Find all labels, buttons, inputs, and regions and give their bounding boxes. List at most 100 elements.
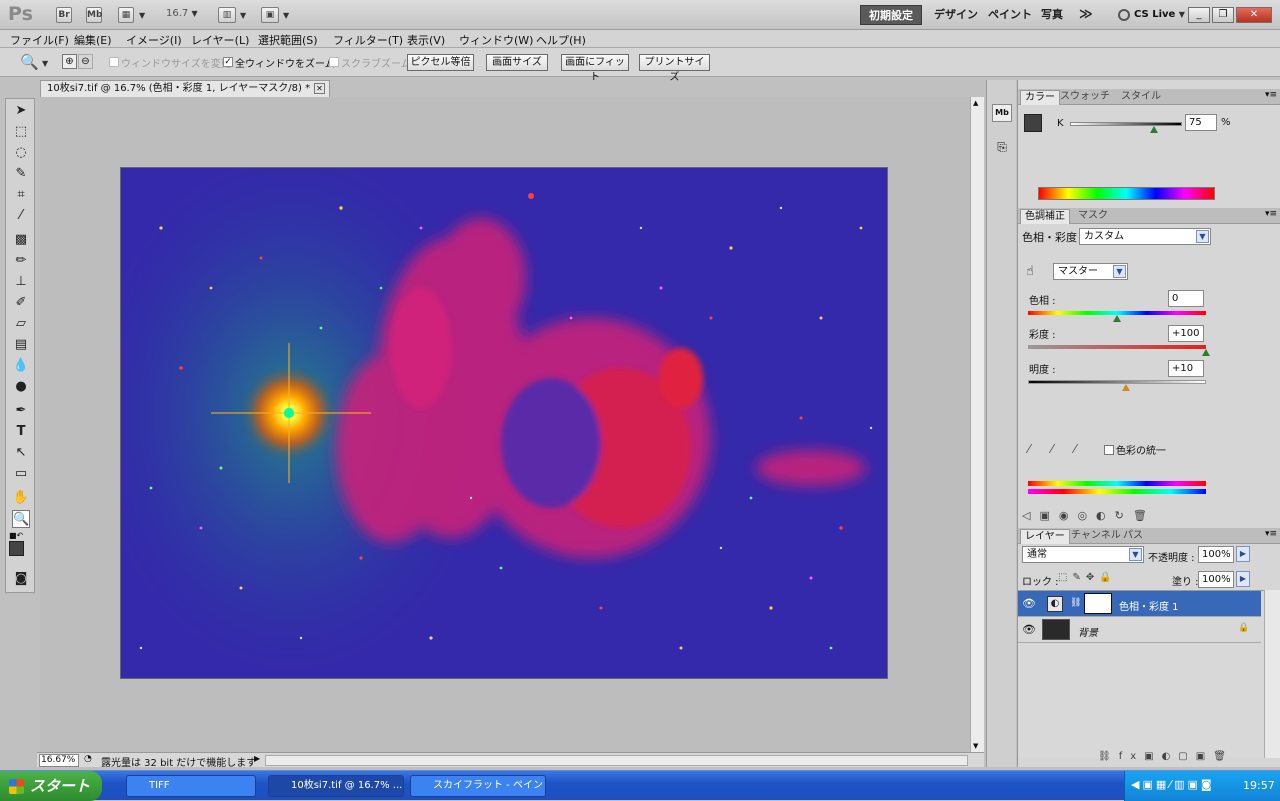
visibility-eye-icon[interactable]: 👁 [1022,623,1036,636]
color-foreground-swatch[interactable] [1024,114,1042,132]
menu-edit[interactable]: 編集(E) [74,32,112,48]
quick-mask-icon[interactable]: ◙ [12,570,30,588]
menu-file[interactable]: ファイル(F) [10,32,69,48]
menu-window[interactable]: ウィンドウ(W) [459,32,533,48]
tab-layers[interactable]: レイヤー [1020,529,1070,544]
taskbar-item-paint[interactable]: スカイフラット - ペイント [410,775,546,797]
resize-windows-checkbox[interactable] [109,57,119,67]
quick-selection-tool-icon[interactable]: ✎ [12,165,30,183]
lasso-tool-icon[interactable]: ◌ [12,144,30,162]
dodge-tool-icon[interactable]: ● [12,378,30,396]
saturation-slider-thumb[interactable] [1202,349,1210,356]
eyedropper-icon[interactable]: ⁄ [1028,442,1030,456]
lightness-value-field[interactable]: +10 [1168,360,1204,377]
tray-icons[interactable]: ◀▣▦⁄▥▣◙ [1131,778,1215,791]
menu-help[interactable]: ヘルプ(H) [536,32,586,48]
color-spectrum-bar[interactable] [1038,187,1215,200]
taskbar-item-tiff-folder[interactable]: TIFF [126,775,256,797]
fill-field[interactable]: 100% [1198,571,1234,588]
zoom-out-icon[interactable]: ⊖ [78,54,93,69]
range-dropdown[interactable]: マスター ▼ [1053,263,1128,280]
workspace-painting[interactable]: ペイント [980,5,1040,25]
saturation-value-field[interactable]: +100 [1168,325,1204,342]
foreground-color-swatch[interactable] [9,541,24,556]
eyedropper-minus-icon[interactable]: ⁄ [1074,442,1076,456]
layer-row-hue-saturation[interactable]: 👁 ◐ ⛓ 色相・彩度 1 [1018,591,1261,617]
close-document-icon[interactable]: ✕ [314,83,325,94]
menu-image[interactable]: イメージ(I) [126,32,182,48]
type-tool-icon[interactable]: T [12,423,30,441]
zoom-in-icon[interactable]: ⊕ [62,54,77,69]
horizontal-scrollbar[interactable] [265,755,968,766]
marquee-tool-icon[interactable]: ⬚ [12,123,30,141]
close-button[interactable]: ✕ [1236,7,1272,23]
history-panel-icon[interactable]: ⎘ [992,140,1012,158]
document-canvas-area[interactable] [40,97,970,752]
panel-menu-icon[interactable]: ▾≡ [1265,209,1277,219]
nebula-image[interactable] [120,167,888,679]
arrange-documents-icon[interactable]: ▥ [218,7,236,23]
tab-adjustments[interactable]: 色調補正 [1020,209,1070,224]
workspace-more-button[interactable]: ≫ [1071,5,1101,25]
panel-menu-icon[interactable]: ▾≡ [1265,90,1277,100]
tab-color[interactable]: カラー [1020,90,1060,105]
crop-tool-icon[interactable]: ⌗ [12,186,30,204]
mini-bridge-panel-icon[interactable]: Mb [992,104,1012,122]
tab-styles[interactable]: スタイル [1117,90,1165,105]
k-slider[interactable] [1070,122,1182,126]
scroll-down-icon[interactable]: ▼ [973,742,978,750]
menu-view[interactable]: 表示(V) [407,32,445,48]
preset-dropdown[interactable]: カスタム ▼ [1079,228,1211,245]
workspace-essentials[interactable]: 初期設定 [860,5,922,25]
saturation-slider[interactable] [1028,345,1206,349]
view-extras-icon[interactable]: ▦ [118,7,134,23]
eraser-tool-icon[interactable]: ▱ [12,315,30,333]
scrubby-zoom-checkbox[interactable] [329,57,339,67]
hand-tool-icon[interactable]: ✋ [12,489,30,507]
chevron-down-icon[interactable]: ▼ [240,11,246,20]
default-colors-icon[interactable]: ■↶ [9,531,23,540]
zoom-all-windows-checkbox[interactable]: ✓ [223,57,233,67]
scroll-up-icon[interactable]: ▲ [973,99,978,107]
fill-arrow-icon[interactable]: ▶ [1236,571,1250,587]
workspace-design[interactable]: デザイン [926,5,986,25]
clone-stamp-tool-icon[interactable]: ⊥ [12,273,30,291]
targeted-adjustment-icon[interactable]: ☝ [1026,264,1034,279]
blur-tool-icon[interactable]: 💧 [12,357,30,375]
mask-link-icon[interactable]: ⛓ [1070,598,1081,608]
zoom-level-combo[interactable]: 16.7 ▼ [166,8,198,19]
minimize-button[interactable]: _ [1188,7,1210,23]
hue-value-field[interactable]: 0 [1168,290,1204,307]
eyedropper-plus-icon[interactable]: ⁄ [1051,442,1053,456]
mini-bridge-button[interactable]: Mb [86,7,102,23]
status-zoom-field[interactable]: 16.67% [39,754,79,767]
brush-tool-icon[interactable]: ✏ [12,252,30,270]
layers-scrollbar[interactable] [1264,590,1280,758]
history-brush-tool-icon[interactable]: ✐ [12,294,30,312]
gradient-tool-icon[interactable]: ▤ [12,336,30,354]
cs-live-button[interactable]: CS Live ▼ [1134,9,1185,20]
layer-row-background[interactable]: 👁 背景 🔒 [1018,617,1261,643]
chevron-down-icon[interactable]: ▼ [42,59,48,68]
menu-select[interactable]: 選択範囲(S) [258,32,318,48]
visibility-eye-icon[interactable]: 👁 [1022,597,1036,610]
screen-mode-icon[interactable]: ▣ [261,7,279,23]
hue-slider-thumb[interactable] [1113,315,1121,322]
k-slider-thumb[interactable] [1150,126,1158,133]
restore-button[interactable]: ❐ [1212,7,1234,23]
fill-screen-button[interactable]: 画面にフィット [561,54,629,83]
fit-screen-button[interactable]: 画面サイズ [486,54,548,71]
rectangle-tool-icon[interactable]: ▭ [12,465,30,483]
chevron-down-icon[interactable]: ▼ [283,11,289,20]
status-menu-arrow-icon[interactable]: ▶ [254,754,260,763]
bridge-button[interactable]: Br [56,7,72,23]
tab-paths[interactable]: パス [1119,529,1147,544]
panel-menu-icon[interactable]: ▾≡ [1265,529,1277,539]
zoom-tool-preset-icon[interactable]: 🔍 [20,53,39,71]
workspace-photography[interactable]: 写真 [1033,5,1071,25]
zoom-tool-icon[interactable]: 🔍 [12,510,30,528]
healing-brush-tool-icon[interactable]: ▩ [12,231,30,249]
document-tab[interactable]: 10枚si7.tif @ 16.7% (色相・彩度 1, レイヤーマスク/8) … [40,80,330,97]
pen-tool-icon[interactable]: ✒ [12,402,30,420]
lightness-slider-thumb[interactable] [1122,384,1130,391]
